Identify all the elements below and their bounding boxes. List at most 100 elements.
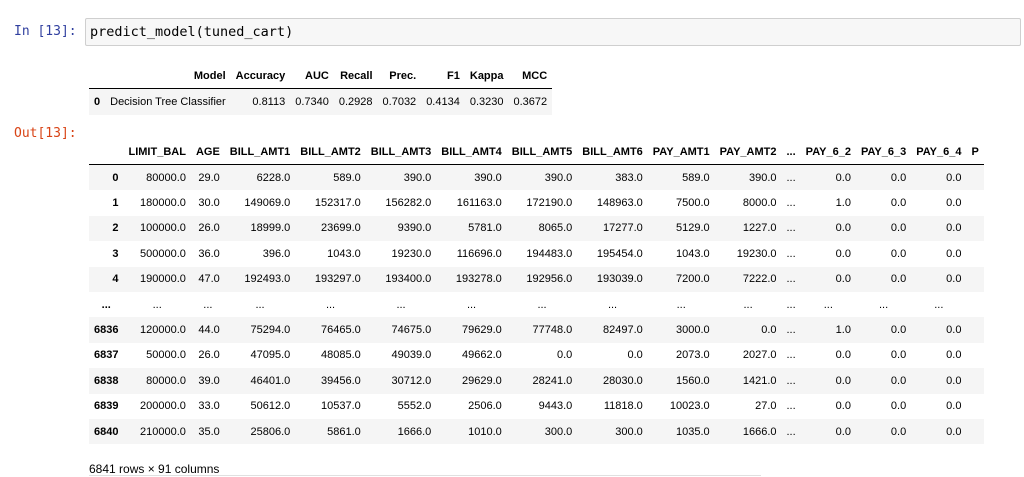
- metrics-cell: 0.7340: [290, 88, 334, 115]
- table-cell: 194483.0: [526, 247, 573, 260]
- column-header: BILL_AMT2: [295, 140, 366, 165]
- table-cell: 0.0: [800, 418, 856, 445]
- table-cell: [966, 215, 984, 242]
- table-cell: 396.0: [262, 247, 291, 260]
- row-index: 6839: [94, 400, 119, 413]
- table-cell: [966, 241, 983, 266]
- table-cell: 0.0: [800, 215, 856, 242]
- column-header: AGE: [190, 140, 225, 165]
- column-header: PAY_6_4: [911, 140, 967, 165]
- table-cell: 190000.0: [123, 266, 191, 292]
- code-cell-editor[interactable]: predict_model(tuned_cart): [85, 18, 1021, 46]
- row-index: 4: [89, 266, 124, 292]
- table-cell: 80000.0: [123, 164, 191, 191]
- table-cell: ...: [255, 298, 265, 311]
- table-cell: ...: [466, 298, 477, 311]
- metrics-cell: 0.4134: [421, 88, 465, 115]
- table-cell: 148963.0: [596, 197, 643, 210]
- table-cell: 195454.0: [596, 247, 643, 260]
- table-cell: 0.0: [855, 317, 912, 343]
- table-row: 1 180000.0 30.0 149069.0 152317.0 156282.0 161…: [89, 190, 984, 215]
- table-cell: 0.0: [911, 266, 967, 292]
- table-cell: 0.0: [855, 164, 912, 191]
- metrics-cell: 0.8113: [230, 88, 291, 115]
- table-cell: 27.0: [755, 400, 777, 413]
- table-cell: 0.0: [800, 266, 856, 292]
- table-cell: ...: [781, 317, 801, 343]
- table-cell: 390.0: [365, 164, 437, 191]
- column-header: ...: [781, 140, 801, 165]
- table-footer: 6841 rows × 91 columns: [89, 462, 220, 476]
- table-cell: ...: [878, 298, 889, 311]
- table-cell: [966, 292, 983, 317]
- metrics-cell: 0.3230: [464, 88, 509, 115]
- table-row: 0 80000.0 29.0 6228.0 589.0 390.0 390.0 390.0 38…: [89, 164, 984, 191]
- column-header: PAY_6_2: [800, 140, 856, 165]
- table-cell: 74675.0: [365, 317, 437, 343]
- table-cell: ...: [676, 298, 686, 311]
- metrics-header-cell: AUC: [290, 64, 334, 89]
- metrics-header-cell: MCC: [508, 64, 553, 89]
- table-cell: 500000.0: [140, 247, 186, 260]
- table-cell: 8000.0: [742, 197, 777, 210]
- table-cell: 76465.0: [295, 317, 366, 343]
- metrics-table: Model Accuracy AUC Recall Prec. F1 Kappa MCC 0D…: [89, 64, 553, 115]
- table-cell: 0.0: [800, 368, 856, 394]
- metrics-header-cell: [89, 64, 106, 89]
- table-cell: 47095.0: [250, 349, 291, 362]
- table-cell: [966, 317, 984, 343]
- metrics-header-cell: Prec.: [377, 64, 422, 89]
- table-cell: ...: [537, 298, 547, 311]
- table-cell: 50612.0: [250, 400, 291, 413]
- column-header: BILL_AMT1: [224, 140, 296, 165]
- table-cell: 0.0: [800, 164, 856, 191]
- table-cell: 39456.0: [295, 368, 366, 394]
- table-cell: 1035.0: [647, 418, 715, 445]
- table-cell: 2027.0: [742, 349, 777, 362]
- table-cell: 1043.0: [675, 247, 710, 260]
- table-cell: 0.0: [835, 247, 851, 260]
- table-cell: [966, 343, 983, 368]
- table-row: 6840 210000.0 35.0 25806.0 5861.0 1666.0 1010.…: [89, 418, 984, 445]
- table-cell: 1.0: [800, 317, 856, 343]
- table-cell: 5129.0: [647, 215, 715, 242]
- column-header: PAY_AMT2: [714, 140, 782, 165]
- table-cell: 193278.0: [436, 266, 507, 292]
- metrics-header-cell: Kappa: [464, 64, 509, 89]
- table-cell: 1227.0: [714, 215, 782, 242]
- table-cell: 8065.0: [506, 215, 578, 242]
- table-cell: 300.0: [577, 418, 648, 445]
- column-header: [89, 140, 124, 165]
- data-table: LIMIT_BAL AGE BILL_AMT1 BILL_AMT2 BILL_AMT3 B…: [89, 140, 984, 445]
- code-text[interactable]: predict_model(tuned_cart): [90, 24, 293, 40]
- table-cell: 75294.0: [224, 317, 296, 343]
- table-cell: ...: [786, 247, 796, 260]
- table-cell: 44.0: [190, 317, 225, 343]
- table-cell: ...: [781, 368, 801, 394]
- table-cell: [966, 266, 984, 292]
- table-row: 2 100000.0 26.0 18999.0 23699.0 9390.0 5781.0 8…: [89, 215, 984, 242]
- table-cell: ...: [786, 349, 796, 362]
- table-cell: 5552.0: [397, 400, 432, 413]
- table-cell: 26.0: [190, 215, 225, 242]
- row-index: ...: [101, 298, 111, 311]
- table-cell: 28030.0: [577, 368, 648, 394]
- table-cell: 3000.0: [647, 317, 715, 343]
- table-cell: [966, 190, 983, 215]
- table-cell: 210000.0: [123, 418, 191, 445]
- column-header: LIMIT_BAL: [123, 140, 191, 165]
- table-cell: 36.0: [198, 247, 220, 260]
- table-cell: 120000.0: [123, 317, 191, 343]
- table-cell: 7222.0: [714, 266, 782, 292]
- table-cell: 0.0: [911, 215, 967, 242]
- table-cell: ...: [934, 298, 944, 311]
- table-cell: 1666.0: [365, 418, 437, 445]
- output-divider: [89, 475, 761, 476]
- table-cell: 1043.0: [327, 247, 361, 260]
- table-cell: 100000.0: [123, 215, 191, 242]
- table-cell: 80000.0: [123, 368, 191, 394]
- table-cell: 172190.0: [526, 197, 573, 210]
- table-cell: 390.0: [506, 164, 578, 191]
- table-cell: ...: [152, 298, 162, 311]
- table-cell: 0.0: [911, 368, 967, 394]
